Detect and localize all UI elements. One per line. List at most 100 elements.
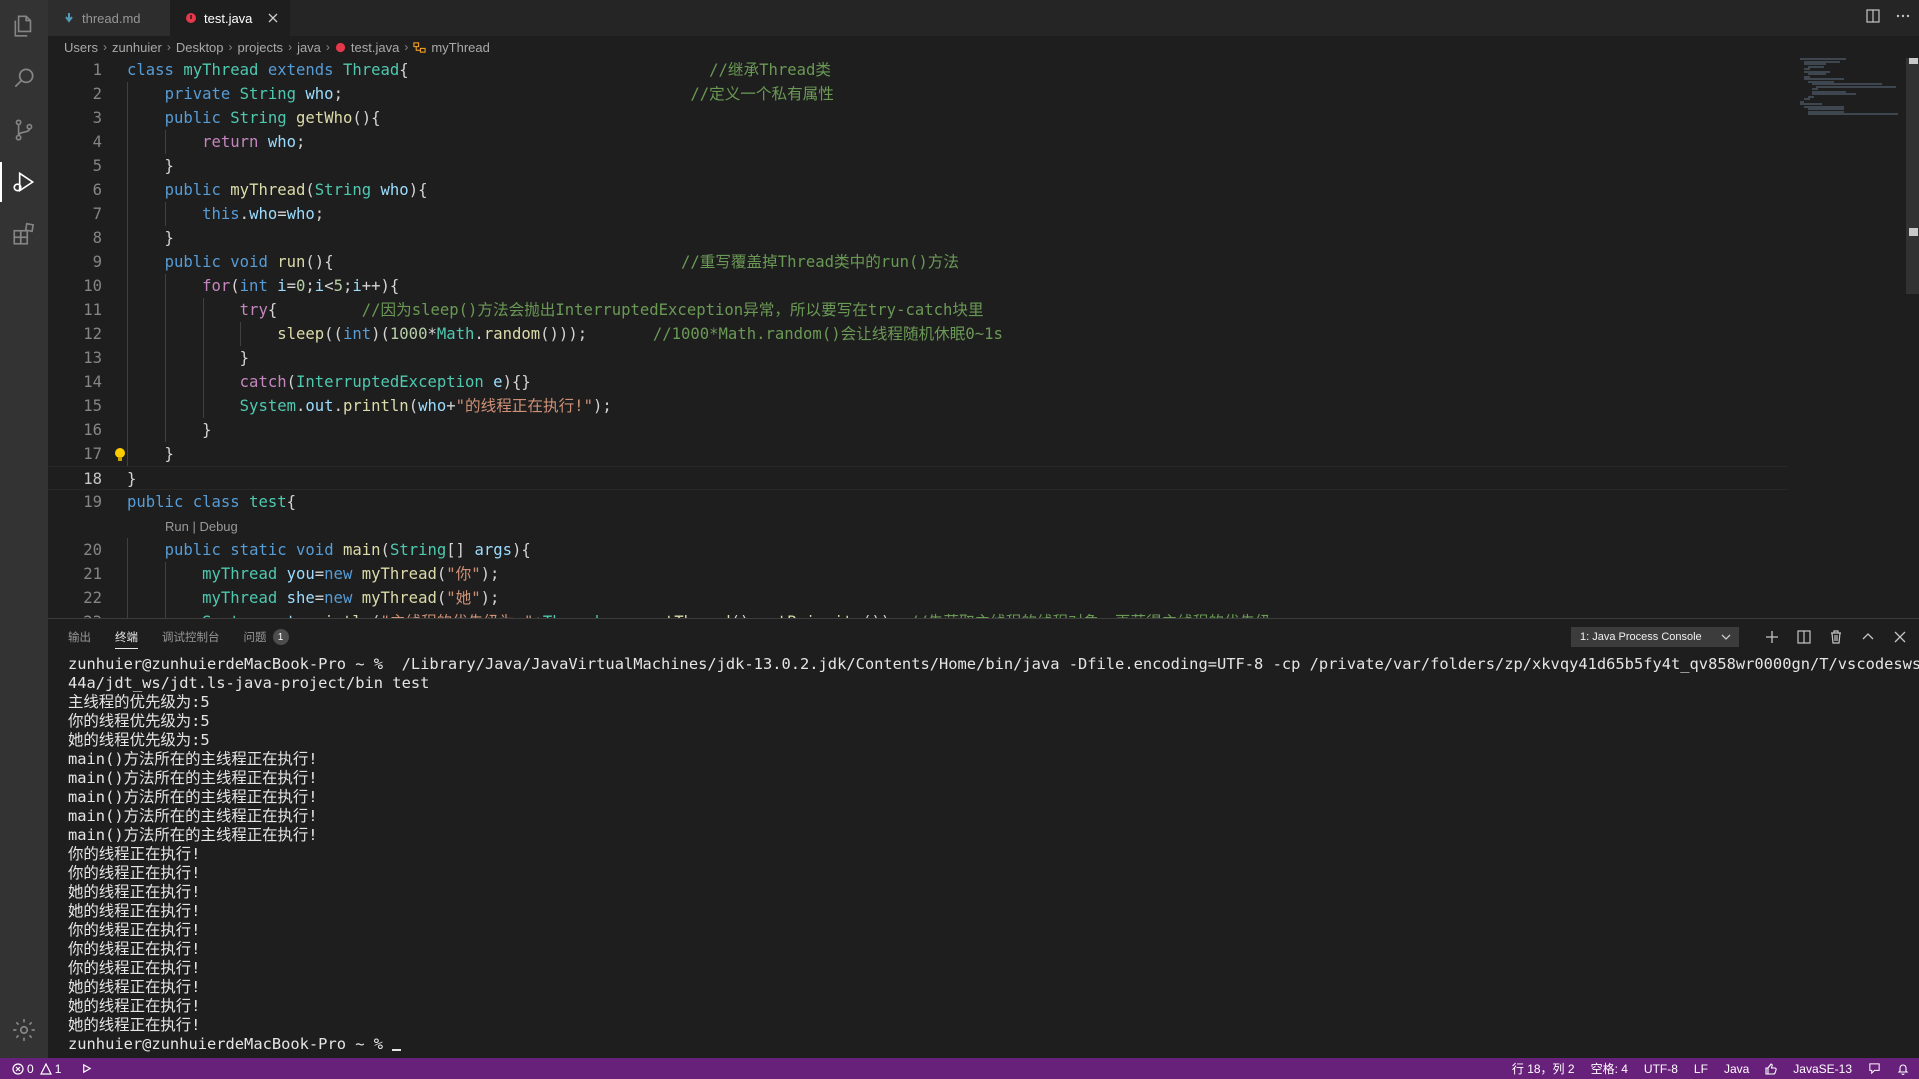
language-mode[interactable]: Java [1724,1062,1749,1076]
java-runtime[interactable]: JavaSE-13 [1793,1062,1852,1076]
breadcrumb-item[interactable]: java [297,40,321,55]
settings-gear-icon[interactable] [0,1004,48,1056]
code-line[interactable]: 14 catch(InterruptedException e){} [48,370,1788,394]
explorer-icon[interactable] [0,0,48,52]
line-number: 11 [83,301,102,319]
terminal-output[interactable]: zunhuier@zunhuierdeMacBook-Pro ~ % /Libr… [68,655,1919,1054]
run-debug-icon[interactable] [0,156,48,208]
code-token: //定义一个私有属性 [690,85,834,103]
code-line[interactable]: 7 this.who=who; [48,202,1788,226]
feedback-icon[interactable] [1868,1062,1881,1075]
tab-debug-console[interactable]: 调试控制台 [162,619,220,655]
code-line[interactable]: 8 } [48,226,1788,250]
code-token: < [324,277,334,295]
editor-scrollbar[interactable] [1906,58,1919,294]
cursor-position[interactable]: 行 18，列 2 [1512,1060,1575,1077]
code-token: println [342,397,409,415]
terminal-line: 你的线程正在执行! [68,845,201,863]
code-token: "的线程正在执行!" [455,397,593,415]
trash-icon[interactable] [1826,627,1846,647]
code-line[interactable]: 10 for(int i=0;i<5;i++){ [48,274,1788,298]
code-line[interactable]: 20 public static void main(String[] args… [48,538,1788,562]
code-line[interactable]: 16 } [48,418,1788,442]
split-terminal-icon[interactable] [1794,627,1814,647]
code-line[interactable]: 23 System.out.println("主线程的优先级为:"+Thread… [48,610,1788,618]
status-bar: 0 1 行 18，列 2 空格: 4 UTF-8 LF Java JavaSE-… [0,1058,1919,1079]
code-line[interactable]: 2 private String who; //定义一个私有属性 [48,82,1788,106]
new-terminal-icon[interactable] [1762,627,1782,647]
lightbulb-icon[interactable] [114,446,126,462]
code-token: String [389,541,447,559]
close-panel-icon[interactable] [1890,627,1910,647]
terminal-select[interactable]: 1: Java Process Console [1571,627,1739,647]
code-line[interactable]: 9 public void run(){ //重写覆盖掉Thread类中的run… [48,250,1788,274]
terminal-line: 你的线程优先级为:5 [68,712,210,730]
source-control-icon[interactable] [0,104,48,156]
codelens-run-debug[interactable]: Run | Debug [165,515,238,539]
line-number: 2 [92,85,102,103]
minimap-line [1804,98,1810,100]
tab-test-java[interactable]: test.java [170,0,290,36]
code-line[interactable]: 13 } [48,346,1788,370]
breadcrumb-item[interactable]: zunhuier [112,40,162,55]
minimap[interactable] [1794,58,1904,118]
code-line[interactable]: 15 System.out.println(who+"的线程正在执行!"); [48,394,1788,418]
code-token: ())); [540,325,588,343]
end-of-line[interactable]: LF [1694,1062,1708,1076]
code-line[interactable]: 6 public myThread(String who){ [48,178,1788,202]
maximize-panel-icon[interactable] [1858,627,1878,647]
terminal-line: 她的线程正在执行! [68,902,201,920]
more-actions-icon[interactable] [1895,8,1911,29]
code-line[interactable]: 18} [48,466,1788,490]
code-line[interactable]: 22 myThread she=new myThread("她"); [48,586,1788,610]
code-line[interactable]: 4 return who; [48,130,1788,154]
tab-problems[interactable]: 问题 1 [244,619,289,655]
terminal-line: main()方法所在的主线程正在执行! [68,807,318,825]
code-line[interactable]: 12 sleep((int)(1000*Math.random())); //1… [48,322,1788,346]
line-number: 20 [83,541,102,559]
code-line[interactable]: 17 } [48,442,1788,466]
breadcrumb-item[interactable]: Desktop [176,40,224,55]
code-line[interactable]: 5 } [48,154,1788,178]
run-icon[interactable] [81,1063,92,1074]
close-icon[interactable] [264,9,282,27]
terminal-prompt[interactable]: zunhuier@zunhuierdeMacBook-Pro ~ % [68,1035,1908,1054]
code-token: class [127,61,174,79]
line-number: 19 [83,493,102,511]
code-token: i [277,277,287,295]
code-line[interactable]: 21 myThread you=new myThread("你"); [48,562,1788,586]
code-editor[interactable]: 1 class myThread extends Thread{ //继承Thre… [48,58,1908,618]
code-token: { [267,301,278,319]
code-token: } [127,157,174,175]
code-token: (){ [305,253,334,271]
terminal-line: 你的线程正在执行! [68,940,201,958]
thumbs-up-icon[interactable] [1765,1062,1777,1075]
indentation[interactable]: 空格: 4 [1591,1060,1628,1077]
code-line[interactable]: 11 try{ //因为sleep()方法会抛出InterruptedExcep… [48,298,1788,322]
tab-terminal[interactable]: 终端 [115,619,138,655]
encoding[interactable]: UTF-8 [1644,1062,1678,1076]
code-line[interactable]: 3 public String getWho(){ [48,106,1788,130]
search-icon[interactable] [0,52,48,104]
breadcrumb-file[interactable]: test.java [335,40,399,55]
split-editor-icon[interactable] [1865,8,1881,29]
problems-status[interactable]: 0 1 [12,1062,61,1076]
code-line[interactable]: 19 public class test{ [48,490,1788,514]
tab-output[interactable]: 输出 [68,619,91,655]
extensions-icon[interactable] [0,208,48,260]
breadcrumb-symbol[interactable]: myThread [413,40,490,55]
code-line[interactable]: 1 class myThread extends Thread{ //继承Thre… [48,58,1788,82]
code-token: sleep [277,325,325,343]
breadcrumb-item[interactable]: Users [64,40,98,55]
tab-thread-md[interactable]: thread.md [48,0,170,36]
code-token: myThread [361,565,437,583]
code-token: . [296,397,306,415]
bell-icon[interactable] [1897,1063,1909,1075]
breadcrumb-item[interactable]: projects [238,40,284,55]
